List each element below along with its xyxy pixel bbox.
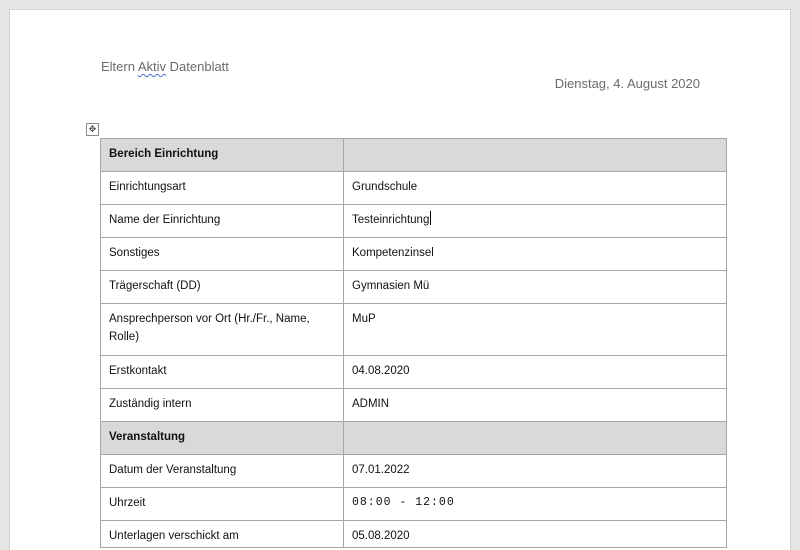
table-section-header: Veranstaltung	[100, 421, 727, 455]
row-value-active[interactable]: Testeinrichtung	[343, 204, 727, 238]
row-value[interactable]: MuP	[343, 303, 727, 356]
section-value[interactable]	[343, 138, 727, 172]
title-part-2-spellcheck[interactable]: Aktiv	[138, 59, 166, 74]
row-value[interactable]: 08:00 - 12:00	[343, 487, 727, 521]
table-row: Zuständig intern ADMIN	[100, 388, 727, 422]
move-table-icon[interactable]: ✥	[86, 123, 99, 136]
row-value-text: Testeinrichtung	[352, 214, 430, 226]
row-value[interactable]: Kompetenzinsel	[343, 237, 727, 271]
section-label[interactable]: Bereich Einrichtung	[100, 138, 344, 172]
table-row: Trägerschaft (DD) Gymnasien Mü	[100, 270, 727, 304]
row-label[interactable]: Erstkontakt	[100, 355, 344, 389]
data-sheet-table: Bereich Einrichtung Einrichtungsart Grun…	[100, 138, 727, 548]
row-label[interactable]: Ansprechperson vor Ort (Hr./Fr., Name, R…	[100, 303, 344, 356]
document-page: Eltern Aktiv Datenblatt Dienstag, 4. Aug…	[10, 10, 790, 550]
table-row: Datum der Veranstaltung 07.01.2022	[100, 454, 727, 488]
row-value[interactable]: Gymnasien Mü	[343, 270, 727, 304]
row-value[interactable]: Grundschule	[343, 171, 727, 205]
title-part-3: Datenblatt	[166, 59, 229, 74]
row-label[interactable]: Name der Einrichtung	[100, 204, 344, 238]
table-row: Uhrzeit 08:00 - 12:00	[100, 487, 727, 521]
row-value[interactable]: 04.08.2020	[343, 355, 727, 389]
row-label[interactable]: Datum der Veranstaltung	[100, 454, 344, 488]
table-row: Ansprechperson vor Ort (Hr./Fr., Name, R…	[100, 303, 727, 356]
row-label[interactable]: Unterlagen verschickt am	[100, 520, 344, 548]
text-cursor	[430, 211, 432, 225]
row-label[interactable]: Uhrzeit	[100, 487, 344, 521]
document-title[interactable]: Eltern Aktiv Datenblatt	[101, 59, 229, 74]
table-section-header: Bereich Einrichtung	[100, 138, 727, 172]
title-part-1: Eltern	[101, 59, 138, 74]
document-date[interactable]: Dienstag, 4. August 2020	[555, 76, 700, 91]
section-label[interactable]: Veranstaltung	[100, 421, 344, 455]
row-label[interactable]: Sonstiges	[100, 237, 344, 271]
table-row: Erstkontakt 04.08.2020	[100, 355, 727, 389]
table-row: Unterlagen verschickt am 05.08.2020	[100, 520, 727, 548]
row-value[interactable]: 07.01.2022	[343, 454, 727, 488]
row-label[interactable]: Einrichtungsart	[100, 171, 344, 205]
table-row: Sonstiges Kompetenzinsel	[100, 237, 727, 271]
row-label[interactable]: Zuständig intern	[100, 388, 344, 422]
row-label[interactable]: Trägerschaft (DD)	[100, 270, 344, 304]
row-value[interactable]: 05.08.2020	[343, 520, 727, 548]
table-row: Name der Einrichtung Testeinrichtung	[100, 204, 727, 238]
row-value[interactable]: ADMIN	[343, 388, 727, 422]
table-row: Einrichtungsart Grundschule	[100, 171, 727, 205]
section-value[interactable]	[343, 421, 727, 455]
